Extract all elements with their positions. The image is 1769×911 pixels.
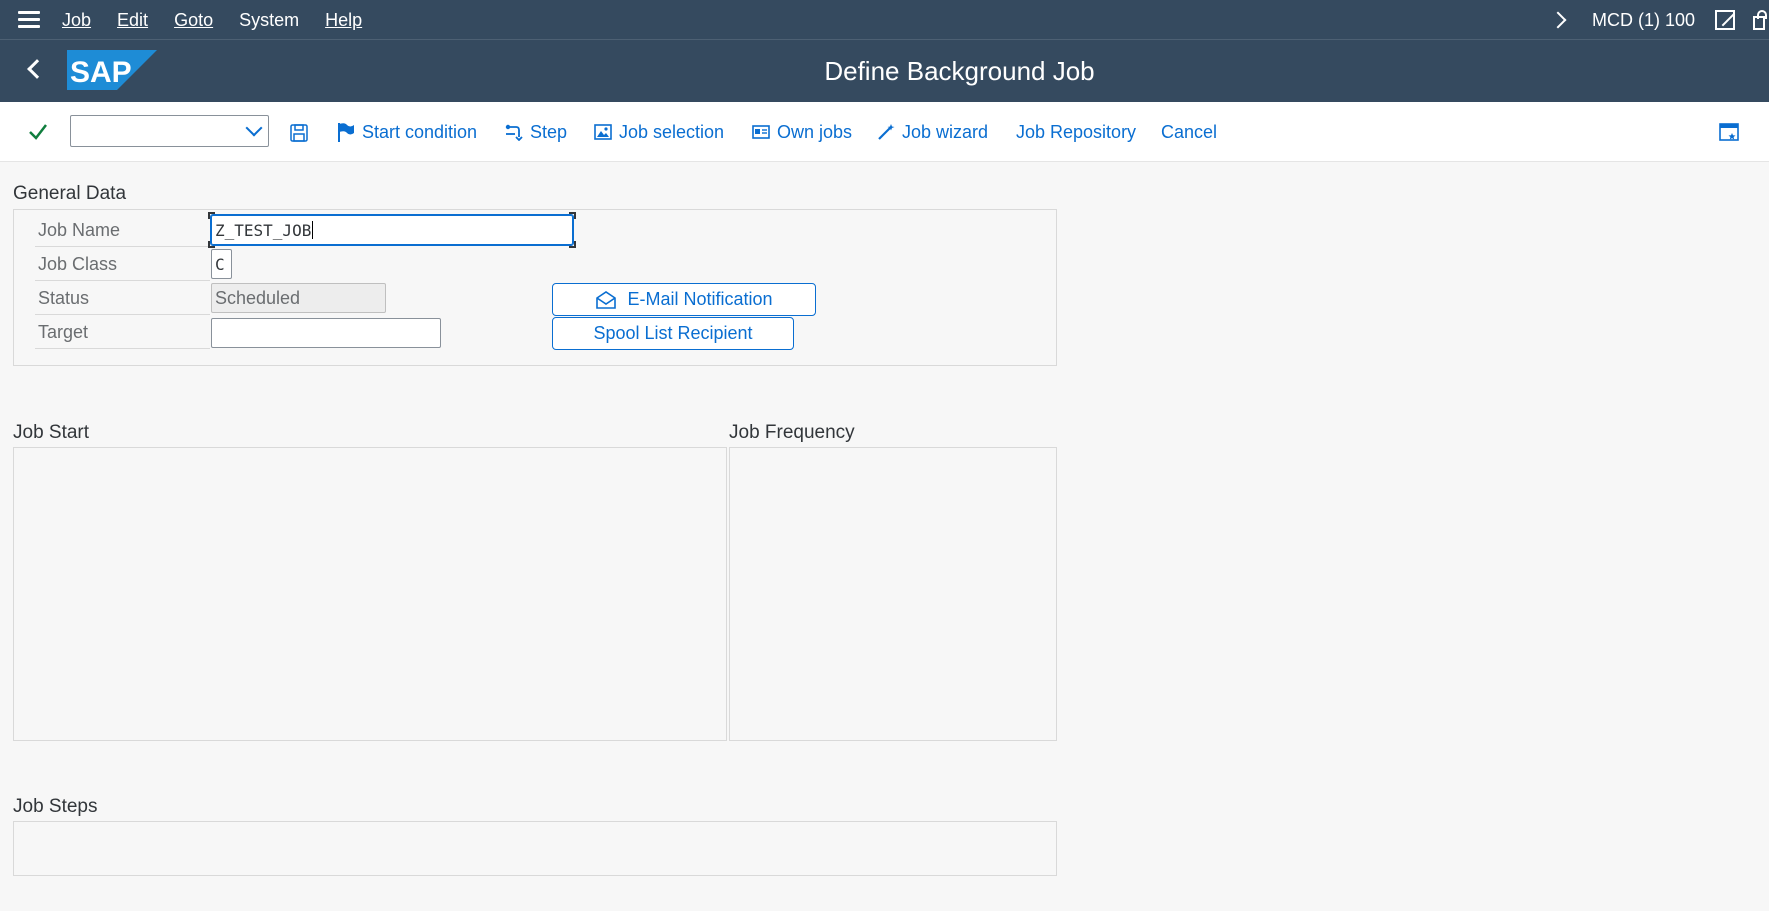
job-frequency-title: Job Frequency [729,422,855,443]
target-label: Target [35,316,210,349]
job-name-label: Job Name [35,214,210,247]
job-start-panel [13,447,727,741]
job-frequency-panel [729,447,1057,741]
job-class-label: Job Class [35,248,210,281]
menu-bar: Job Edit Goto System Help MCD (1) 100 [0,0,1769,40]
image-icon [594,124,612,140]
edit-icon[interactable] [1715,10,1735,30]
menu-help[interactable]: Help [325,10,362,31]
job-selection-button[interactable]: Job selection [594,116,724,148]
wand-icon [878,124,895,140]
page-title-wrap: Define Background Job [0,40,1769,102]
cancel-button[interactable]: Cancel [1161,116,1217,148]
new-window-icon[interactable] [1719,122,1739,142]
enter-check-icon[interactable] [28,122,48,142]
job-repository-button[interactable]: Job Repository [1016,116,1136,148]
email-notification-button[interactable]: E-Mail Notification [552,283,816,316]
spool-list-recipient-button[interactable]: Spool List Recipient [552,317,794,350]
save-icon[interactable] [290,124,308,142]
command-field[interactable] [70,115,269,147]
application-toolbar: Start condition Step Job selection Own j… [0,102,1769,162]
status-field: Scheduled [211,283,386,313]
menu-list: Job Edit Goto System Help [62,0,388,40]
envelope-icon [596,290,617,309]
text-caret [312,221,314,239]
system-info: MCD (1) 100 [1591,9,1695,30]
menu-bar-right: MCD (1) 100 [1549,0,1769,40]
job-name-input[interactable]: Z_TEST_JOB [210,214,574,246]
general-data-title: General Data [13,183,127,204]
flag-icon [338,123,354,142]
menu-job[interactable]: Job [62,10,91,31]
chevron-down-icon[interactable] [245,119,263,137]
own-jobs-button[interactable]: Own jobs [752,116,852,148]
focus-corner [208,212,215,219]
job-steps-panel [13,821,1057,876]
page-title: Define Background Job [824,55,1095,86]
hamburger-menu-icon[interactable] [18,11,40,29]
job-class-input[interactable]: C [211,249,232,279]
job-steps-title: Job Steps [13,796,98,817]
step-icon [505,124,523,141]
step-button[interactable]: Step [505,116,567,148]
lock-icon[interactable] [1753,10,1767,30]
menu-goto[interactable]: Goto [174,10,213,31]
job-wizard-button[interactable]: Job wizard [877,116,988,148]
job-start-title: Job Start [13,422,90,443]
start-condition-button[interactable]: Start condition [337,116,477,148]
chevron-right-icon[interactable] [1549,11,1567,29]
card-icon [752,125,770,139]
menu-edit[interactable]: Edit [117,10,148,31]
menu-system[interactable]: System [239,10,299,31]
status-label: Status [35,282,210,315]
focus-corner [569,212,576,219]
target-input[interactable] [211,318,441,348]
focus-corner [569,241,576,248]
focus-corner [208,241,215,248]
title-bar: SAP Define Background Job [0,40,1769,102]
